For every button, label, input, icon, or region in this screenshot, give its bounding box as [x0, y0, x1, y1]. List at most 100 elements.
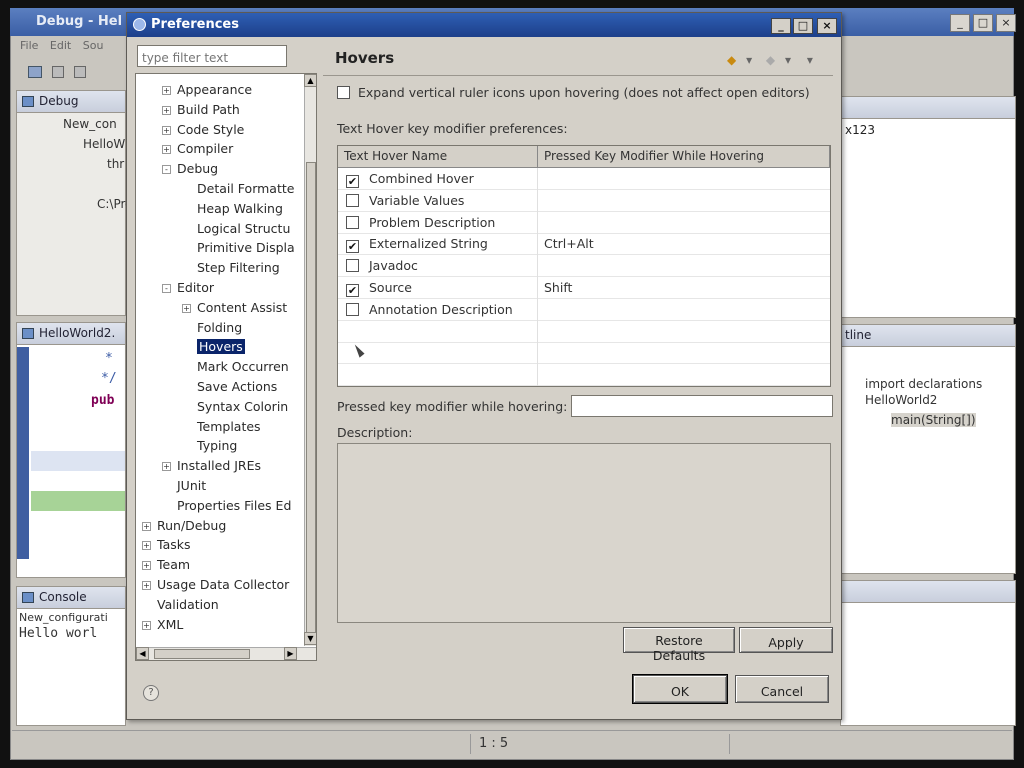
collapse-icon[interactable]: -: [162, 284, 171, 293]
expand-icon[interactable]: +: [162, 105, 171, 115]
table-row[interactable]: Problem Description: [338, 211, 830, 234]
help-icon[interactable]: ?: [143, 685, 159, 701]
outline-item[interactable]: main(String[]): [841, 411, 1015, 431]
cancel-button[interactable]: Cancel: [735, 675, 829, 703]
outline-tab[interactable]: tline: [841, 325, 1015, 347]
menu-file[interactable]: File: [20, 39, 38, 52]
tree-item[interactable]: + Content Assist: [182, 300, 287, 319]
expand-icon[interactable]: +: [142, 541, 151, 551]
back-menu-icon[interactable]: ▾: [746, 53, 752, 67]
scroll-up-arrow[interactable]: ▲: [304, 74, 316, 87]
expand-icon[interactable]: +: [162, 86, 171, 95]
expand-icon[interactable]: +: [142, 620, 151, 630]
forward-menu-icon[interactable]: ▾: [785, 53, 791, 67]
apply-button[interactable]: Apply: [739, 627, 833, 653]
tree-item[interactable]: - Editor: [162, 280, 214, 299]
dialog-close-button[interactable]: ×: [817, 18, 837, 34]
hover-checkbox[interactable]: [346, 302, 359, 316]
outline-item[interactable]: import declarations: [841, 347, 1015, 391]
editor-tab[interactable]: HelloWorld2.: [17, 323, 125, 345]
table-row[interactable]: ✔ Combined Hover: [338, 168, 830, 190]
back-icon[interactable]: ◆: [727, 53, 736, 67]
filter-input[interactable]: [137, 45, 287, 67]
hover-checkbox[interactable]: [346, 193, 359, 207]
debug-tree-item[interactable]: HelloW: [27, 137, 125, 157]
outline-item[interactable]: HelloWorld2: [841, 391, 1015, 411]
tree-item[interactable]: + Appearance: [162, 82, 252, 101]
tree-item[interactable]: Folding: [182, 320, 242, 339]
expand-icon[interactable]: +: [142, 521, 151, 531]
console-tab[interactable]: Console: [17, 587, 125, 609]
tree-item[interactable]: + XML: [142, 617, 183, 636]
hover-checkbox[interactable]: [346, 259, 359, 273]
hover-checkbox[interactable]: ✔: [346, 284, 359, 297]
tree-item[interactable]: JUnit: [162, 478, 206, 497]
hover-checkbox[interactable]: ✔: [346, 240, 359, 254]
expand-icon[interactable]: +: [142, 581, 151, 590]
table-row[interactable]: ✔ Source Shift: [338, 277, 830, 299]
tree-item[interactable]: + Tasks: [142, 537, 191, 556]
table-row[interactable]: Javadoc: [338, 255, 830, 278]
expand-ruler-checkbox[interactable]: [337, 86, 350, 99]
tree-item[interactable]: Step Filtering: [182, 260, 280, 279]
table-row[interactable]: Annotation Description: [338, 298, 830, 321]
expand-ruler-option[interactable]: Expand vertical ruler icons upon hoverin…: [337, 85, 810, 100]
collapse-icon[interactable]: -: [162, 165, 171, 175]
column-header-name[interactable]: Text Hover Name: [338, 146, 538, 168]
table-row[interactable]: Variable Values: [338, 189, 830, 212]
tree-item[interactable]: Detail Formatte: [182, 181, 294, 200]
restore-defaults-button[interactable]: Restore Defaults: [623, 627, 735, 663]
hover-checkbox[interactable]: ✔: [346, 175, 359, 188]
debug-tree-item[interactable]: New_con: [27, 117, 125, 137]
menu-source[interactable]: Sou: [83, 39, 104, 52]
hover-checkbox[interactable]: [346, 215, 359, 229]
expand-icon[interactable]: +: [162, 145, 171, 155]
pressed-key-input[interactable]: [571, 395, 833, 417]
scroll-right-arrow[interactable]: ▶: [284, 647, 297, 660]
tree-item[interactable]: + Team: [142, 557, 190, 576]
tree-item[interactable]: Heap Walking: [182, 201, 283, 220]
tree-item[interactable]: + Usage Data Collector: [142, 577, 289, 596]
tree-item[interactable]: Typing: [182, 438, 237, 457]
tree-item[interactable]: + Compiler: [162, 141, 233, 160]
column-header-modifier[interactable]: Pressed Key Modifier While Hovering: [538, 146, 830, 168]
tree-item[interactable]: - Debug: [162, 161, 218, 180]
scroll-left-arrow[interactable]: ◀: [136, 647, 149, 660]
view-menu-icon[interactable]: ▾: [807, 53, 813, 67]
table-row[interactable]: ✔ Externalized String Ctrl+Alt: [338, 233, 830, 256]
save-icon[interactable]: [52, 66, 64, 78]
debug-tree-item[interactable]: thr: [27, 157, 125, 177]
dialog-minimize-button[interactable]: _: [771, 18, 791, 34]
forward-icon[interactable]: ◆: [766, 53, 775, 67]
ok-button[interactable]: OK: [633, 675, 727, 703]
tree-item[interactable]: Hovers: [182, 339, 245, 358]
tree-item[interactable]: Primitive Displa: [182, 240, 295, 259]
expand-icon[interactable]: +: [162, 125, 171, 135]
scroll-down-arrow[interactable]: ▼: [304, 632, 316, 645]
tree-scroll-thumb[interactable]: [306, 162, 316, 642]
debug-view-tab[interactable]: Debug: [17, 91, 125, 113]
tree-hscroll-thumb[interactable]: [154, 649, 250, 659]
new-icon[interactable]: [28, 66, 42, 78]
debug-tree-item[interactable]: C:\Pro: [27, 197, 133, 217]
tree-item[interactable]: Validation: [142, 597, 219, 616]
tree-item[interactable]: Logical Structu: [182, 221, 290, 240]
menu-edit[interactable]: Edit: [50, 39, 71, 52]
tree-item[interactable]: Properties Files Ed: [162, 498, 291, 517]
expand-icon[interactable]: +: [142, 561, 151, 571]
debug-tree-item[interactable]: [27, 177, 125, 197]
dialog-maximize-button[interactable]: □: [793, 18, 813, 34]
print-icon[interactable]: [74, 66, 86, 78]
tree-item[interactable]: + Run/Debug: [142, 518, 226, 537]
expand-icon[interactable]: +: [162, 462, 171, 472]
tree-item[interactable]: Mark Occurren: [182, 359, 289, 378]
workbench-minimize-button[interactable]: _: [950, 14, 970, 32]
tree-item[interactable]: + Installed JREs: [162, 458, 261, 477]
tree-item[interactable]: + Build Path: [162, 102, 240, 121]
tree-item[interactable]: Save Actions: [182, 379, 277, 398]
workbench-close-button[interactable]: ×: [996, 14, 1016, 32]
expand-icon[interactable]: +: [182, 303, 191, 313]
tree-item[interactable]: Templates: [182, 419, 261, 438]
workbench-maximize-button[interactable]: □: [973, 14, 993, 32]
tree-item[interactable]: Syntax Colorin: [182, 399, 288, 418]
